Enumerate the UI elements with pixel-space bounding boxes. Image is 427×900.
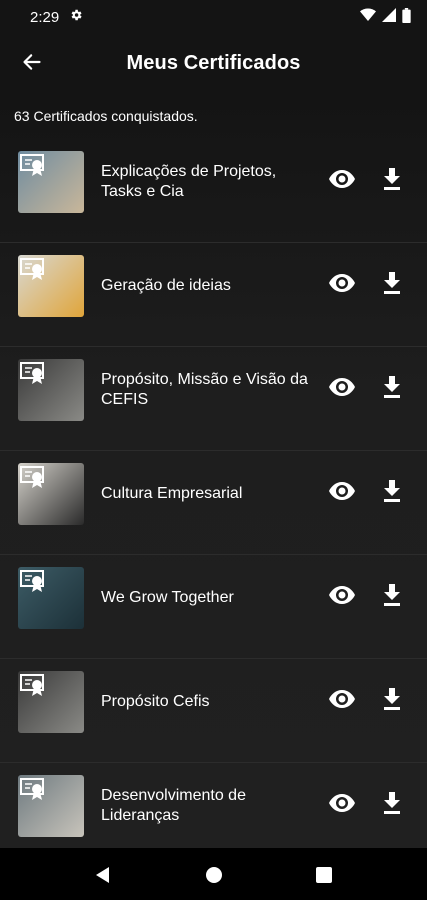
download-icon (383, 167, 401, 195)
certificate-name: Geração de ideias (101, 277, 231, 294)
view-certificate-button[interactable] (328, 375, 356, 403)
eye-icon (329, 793, 355, 817)
status-bar-right (360, 7, 411, 27)
page-title: Meus Certificados (126, 52, 301, 74)
download-icon (383, 271, 401, 299)
download-certificate-button[interactable] (378, 479, 406, 507)
view-certificate-button[interactable] (328, 583, 356, 611)
certificate-row[interactable]: Propósito, Missão e Visão da CEFIS (0, 347, 427, 451)
certificate-count: 63 Certificados conquistados. (14, 108, 198, 124)
status-bar: 2:29 (0, 0, 427, 34)
certificate-row[interactable]: We Grow Together (0, 555, 427, 659)
certificate-badge-icon (20, 465, 46, 494)
view-certificate-button[interactable] (328, 479, 356, 507)
view-certificate-button[interactable] (328, 791, 356, 819)
certificate-name: Explicações de Projetos, Tasks e Cia (101, 163, 277, 200)
certificates-content[interactable]: 63 Certificados conquistados. Explicaçõe… (0, 94, 427, 848)
certificate-badge-icon (20, 777, 46, 806)
app-bar: Meus Certificados (0, 34, 427, 94)
certificate-row[interactable]: Propósito Cefis (0, 659, 427, 763)
view-certificate-button[interactable] (328, 687, 356, 715)
certificate-thumbnail (18, 359, 84, 421)
download-certificate-button[interactable] (378, 583, 406, 611)
certificate-badge-icon (20, 569, 46, 598)
download-certificate-button[interactable] (378, 167, 406, 195)
download-icon (383, 583, 401, 611)
system-nav-bar (0, 848, 427, 900)
eye-icon (329, 273, 355, 297)
download-icon (383, 479, 401, 507)
certificate-name: We Grow Together (101, 589, 234, 606)
certificate-thumbnail (18, 775, 84, 837)
download-certificate-button[interactable] (378, 687, 406, 715)
nav-home-button[interactable] (203, 864, 225, 886)
status-bar-left: 2:29 (30, 8, 83, 26)
certificate-thumbnail (18, 671, 84, 733)
certificate-name: Desenvolvimento de Lideranças (101, 787, 246, 824)
certificate-list: Explicações de Projetos, Tasks e Cia Gera… (0, 139, 427, 848)
eye-icon (329, 585, 355, 609)
battery-icon (402, 7, 411, 27)
download-certificate-button[interactable] (378, 791, 406, 819)
download-icon (383, 791, 401, 819)
certificate-badge-icon (20, 361, 46, 390)
certificate-name: Propósito, Missão e Visão da CEFIS (101, 371, 308, 408)
nav-home-icon (203, 867, 225, 890)
certificate-name: Cultura Empresarial (101, 485, 243, 502)
certificate-row[interactable]: Explicações de Projetos, Tasks e Cia (0, 139, 427, 243)
eye-icon (329, 689, 355, 713)
eye-icon (329, 377, 355, 401)
signal-icon (382, 8, 396, 26)
status-time: 2:29 (30, 8, 60, 26)
settings-gear-icon (69, 8, 83, 26)
view-certificate-button[interactable] (328, 271, 356, 299)
certificate-badge-icon (20, 673, 46, 702)
certificate-name: Propósito Cefis (101, 693, 210, 710)
eye-icon (329, 481, 355, 505)
certificate-row[interactable]: Cultura Empresarial (0, 451, 427, 555)
download-icon (383, 375, 401, 403)
certificate-thumbnail (18, 255, 84, 317)
certificate-row[interactable]: Geração de ideias (0, 243, 427, 347)
certificate-badge-icon (20, 257, 46, 286)
certificate-badge-icon (20, 153, 46, 182)
certificate-thumbnail (18, 567, 84, 629)
nav-recents-icon (313, 867, 335, 890)
download-certificate-button[interactable] (378, 375, 406, 403)
wifi-icon (360, 8, 376, 26)
certificate-thumbnail (18, 463, 84, 525)
view-certificate-button[interactable] (328, 167, 356, 195)
certificate-row[interactable]: Desenvolvimento de Lideranças (0, 763, 427, 848)
nav-back-button[interactable] (92, 864, 114, 886)
download-icon (383, 687, 401, 715)
download-certificate-button[interactable] (378, 271, 406, 299)
eye-icon (329, 169, 355, 193)
nav-recents-button[interactable] (313, 864, 335, 886)
certificate-thumbnail (18, 151, 84, 213)
nav-back-icon (92, 867, 114, 890)
